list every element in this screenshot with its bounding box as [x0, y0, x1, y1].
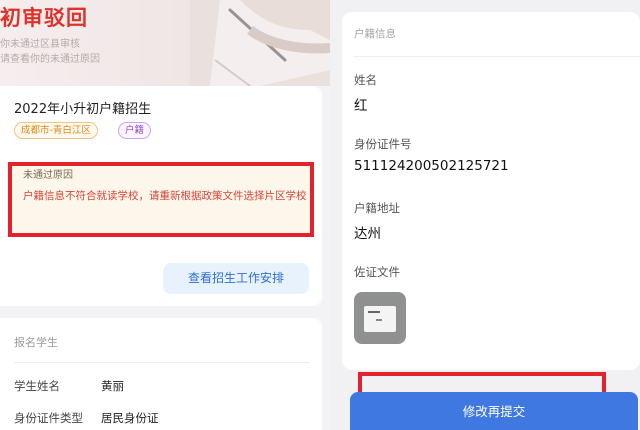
proof-files-label: 佐证文件 [354, 265, 400, 279]
student-name-value: 黄丽 [101, 379, 124, 393]
divider [14, 362, 310, 363]
application-title: 2022年小升初户籍招生 [14, 102, 152, 117]
view-arrangement-button[interactable]: 查看招生工作安排 [163, 263, 309, 294]
writing-hand-illustration [190, 0, 330, 86]
id-type-label: 身份证件类型 [14, 411, 83, 425]
reason-label: 未通过原因 [23, 170, 73, 181]
region-tag: 成都市-青白江区 [14, 122, 98, 139]
rejection-reason-box: 未通过原因 户籍信息不符合就读学校，请重新根据政策文件选择片区学校 [8, 162, 314, 237]
status-subtitle: 你未通过区县审核 [0, 39, 80, 50]
household-section-title: 户籍信息 [354, 28, 396, 40]
document-icon [364, 306, 396, 332]
name-value: 红 [354, 98, 368, 114]
address-label: 户籍地址 [354, 201, 400, 215]
type-tag: 户籍 [118, 122, 152, 139]
name-label: 姓名 [354, 73, 377, 87]
status-hint: 请查看你的未通过原因 [0, 54, 100, 65]
right-screen: 户籍信息 姓名 红 身份证件号 511124200502125721 户籍地址 … [330, 0, 640, 430]
resubmit-button[interactable]: 修改再提交 [350, 392, 638, 430]
student-card: 报名学生 学生姓名 黄丽 身份证件类型 居民身份证 [0, 318, 322, 430]
application-card: 2022年小升初户籍招生 成都市-青白江区 户籍 未通过原因 户籍信息不符合就读… [0, 86, 322, 306]
id-number-label: 身份证件号 [354, 137, 412, 151]
address-value: 达州 [354, 226, 381, 242]
student-section-title: 报名学生 [14, 336, 58, 349]
reason-text: 户籍信息不符合就读学校，请重新根据政策文件选择片区学校 [23, 190, 307, 202]
id-number-value: 511124200502125721 [354, 158, 509, 174]
id-type-value: 居民身份证 [101, 411, 159, 425]
rejection-header: 初审驳回 你未通过区县审核 请查看你的未通过原因 [0, 0, 330, 86]
proof-file-thumbnail[interactable] [354, 292, 406, 344]
left-screen: 初审驳回 你未通过区县审核 请查看你的未通过原因 2022年小升初户籍招生 成都… [0, 0, 330, 430]
divider [354, 56, 640, 57]
household-info-card: 户籍信息 姓名 红 身份证件号 511124200502125721 户籍地址 … [342, 12, 640, 370]
student-name-label: 学生姓名 [14, 379, 60, 393]
status-title: 初审驳回 [0, 6, 88, 30]
